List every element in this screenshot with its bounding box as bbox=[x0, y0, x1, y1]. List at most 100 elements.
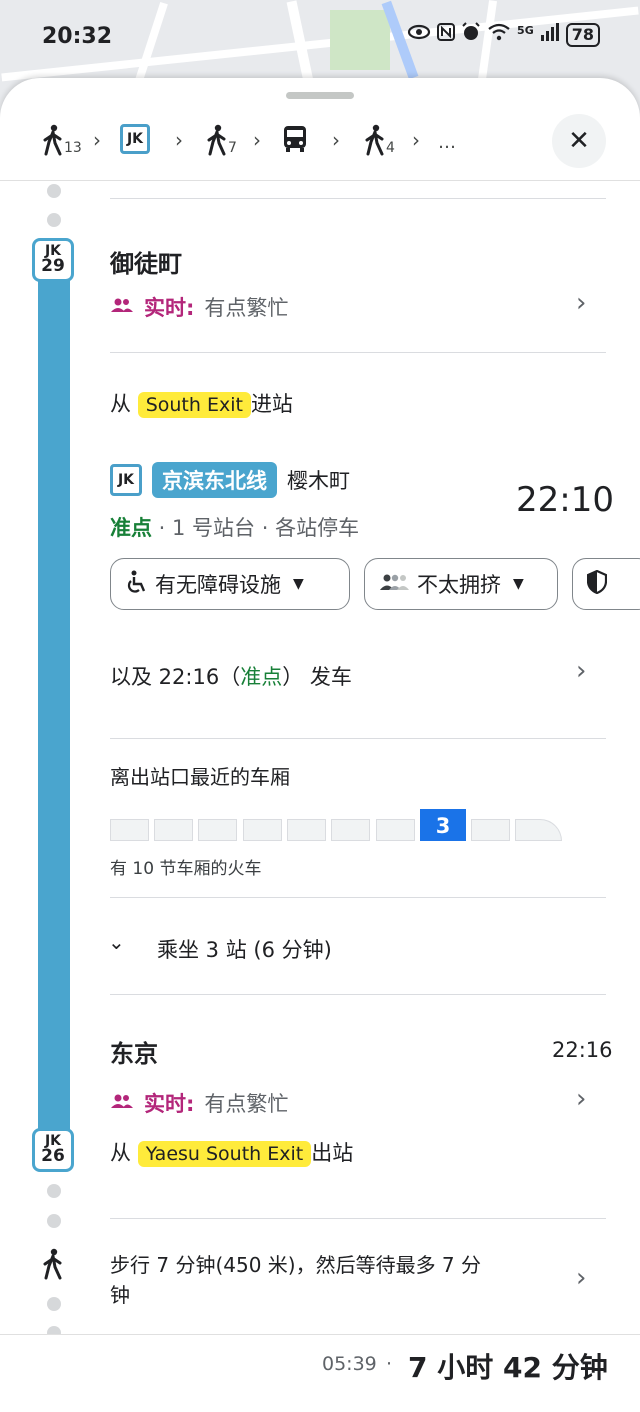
people-icon bbox=[110, 1093, 134, 1113]
crowd-label: 不太拥挤 bbox=[417, 573, 501, 597]
shield-icon bbox=[586, 569, 608, 599]
origin-station-badge: JK 29 bbox=[32, 238, 74, 282]
exit-suffix: 出站 bbox=[311, 1141, 354, 1165]
next-departure-prefix: 以及 22:16（ bbox=[110, 665, 241, 689]
chevron-right-icon[interactable]: › bbox=[576, 656, 586, 686]
next-departure-row[interactable]: 以及 22:16（准点） 发车 bbox=[110, 661, 352, 691]
selected-train-car: 3 bbox=[420, 809, 466, 841]
chevron-right-icon[interactable]: › bbox=[576, 1263, 586, 1293]
battery-indicator: 78 bbox=[565, 22, 600, 47]
chevron-right-icon[interactable]: › bbox=[576, 1084, 586, 1114]
network-type-label: 5G bbox=[517, 24, 534, 37]
chevron-right-icon[interactable]: › bbox=[576, 288, 586, 318]
more-steps[interactable]: … bbox=[438, 132, 456, 153]
realtime-value: 有点繁忙 bbox=[204, 296, 289, 320]
wifi-icon bbox=[487, 23, 511, 46]
step-walk-3[interactable]: 4 bbox=[364, 124, 395, 156]
train-car bbox=[287, 819, 326, 841]
directions-sheet: 13 › JK › 7 › › 4 › … ✕ bbox=[0, 78, 640, 1411]
walk-instruction[interactable]: 步行 7 分钟(450 米)，然后等待最多 7 分 钟 bbox=[110, 1250, 481, 1310]
crowd-chip[interactable]: 不太拥挤 ▼ bbox=[364, 558, 558, 610]
divider bbox=[110, 1218, 606, 1219]
origin-station-name[interactable]: 御徒町 bbox=[110, 244, 182, 279]
line-name-chip: 京滨东北线 bbox=[152, 462, 277, 498]
jk-line-badge: JK bbox=[120, 124, 150, 154]
step-walk-2-minutes: 7 bbox=[228, 140, 237, 156]
divider bbox=[110, 738, 606, 739]
next-on-time-status: 准点 bbox=[240, 665, 283, 689]
walk-dot bbox=[47, 213, 61, 227]
status-icons: 5G 78 bbox=[407, 22, 600, 47]
train-destination: 樱木町 bbox=[287, 469, 350, 493]
entrance-row: 从 South Exit 进站 bbox=[110, 388, 293, 418]
train-car bbox=[376, 819, 415, 841]
train-car bbox=[198, 819, 237, 841]
exit-prefix: 从 bbox=[110, 1141, 131, 1165]
train-car bbox=[154, 819, 193, 841]
chevron-right-icon: › bbox=[93, 128, 101, 152]
ride-summary[interactable]: 乘坐 3 站 (6 分钟) bbox=[157, 934, 332, 964]
walk-icon bbox=[206, 124, 228, 156]
train-details: · 1 号站台 · 各站停车 bbox=[152, 516, 360, 540]
safety-chip[interactable] bbox=[572, 558, 640, 610]
jk-line-badge: JK bbox=[110, 464, 142, 496]
step-walk-3-minutes: 4 bbox=[386, 140, 395, 156]
step-bus[interactable] bbox=[282, 124, 308, 154]
dropdown-arrow-icon: ▼ bbox=[293, 576, 304, 592]
realtime-label: 实时: bbox=[144, 296, 195, 320]
departure-time: 22:10 bbox=[516, 480, 614, 520]
bus-icon bbox=[282, 124, 308, 154]
walk-icon bbox=[42, 1248, 64, 1284]
train-status-row: 准点 · 1 号站台 · 各站停车 bbox=[110, 512, 359, 542]
divider bbox=[110, 198, 606, 199]
divider bbox=[110, 897, 606, 898]
accessibility-label: 有无障碍设施 bbox=[155, 573, 281, 597]
eye-icon bbox=[407, 23, 431, 46]
status-bar: 20:32 5G 78 bbox=[0, 0, 640, 74]
train-car bbox=[331, 819, 370, 841]
exit-row: 从 Yaesu South Exit 出站 bbox=[110, 1137, 353, 1167]
chevron-right-icon: › bbox=[175, 128, 183, 152]
train-car bbox=[243, 819, 282, 841]
divider bbox=[110, 994, 606, 995]
destination-station-name[interactable]: 东京 bbox=[110, 1034, 158, 1069]
train-line-row[interactable]: JK 京滨东北线 樱木町 bbox=[110, 462, 350, 498]
chevron-down-icon[interactable]: ⌄ bbox=[108, 930, 125, 954]
dropdown-arrow-icon: ▼ bbox=[513, 576, 524, 592]
on-time-status: 准点 bbox=[110, 516, 152, 540]
walk-icon bbox=[42, 124, 64, 156]
nfc-icon bbox=[437, 23, 456, 46]
walk-icon bbox=[364, 124, 386, 156]
entrance-suffix: 进站 bbox=[250, 392, 293, 416]
bottom-summary-bar: 05:39 · 7 小时 42 分钟 bbox=[0, 1334, 640, 1412]
step-walk-2[interactable]: 7 bbox=[206, 124, 237, 156]
destination-realtime-row[interactable]: 实时: 有点繁忙 bbox=[110, 1088, 288, 1118]
realtime-label: 实时: bbox=[144, 1092, 195, 1116]
accessibility-chip[interactable]: 有无障碍设施 ▼ bbox=[110, 558, 350, 610]
exit-name: Yaesu South Exit bbox=[137, 1141, 312, 1167]
step-walk-1[interactable]: 13 bbox=[42, 124, 82, 156]
next-departure-suffix: ） 发车 bbox=[282, 665, 352, 689]
entrance-prefix: 从 bbox=[110, 392, 131, 416]
walk-dot bbox=[47, 1214, 61, 1228]
entrance-exit-name: South Exit bbox=[137, 392, 251, 418]
destination-station-badge: JK 26 bbox=[32, 1128, 74, 1172]
drag-handle[interactable] bbox=[286, 92, 354, 99]
chevron-right-icon: › bbox=[332, 128, 340, 152]
chevron-right-icon: › bbox=[412, 128, 420, 152]
arrival-clock: 05:39 bbox=[322, 1353, 377, 1375]
arrival-time: 22:16 bbox=[552, 1038, 613, 1062]
alarm-icon bbox=[461, 22, 481, 47]
status-time: 20:32 bbox=[42, 24, 113, 49]
step-train[interactable]: JK bbox=[120, 124, 150, 154]
route-steps-bar: 13 › JK › 7 › › 4 › … ✕ bbox=[0, 114, 640, 180]
signal-icon bbox=[540, 22, 560, 47]
walk-line-1: 步行 7 分钟(450 米)，然后等待最多 7 分 bbox=[110, 1253, 482, 1277]
close-button[interactable]: ✕ bbox=[552, 114, 606, 168]
nearest-car-title: 离出站口最近的车厢 bbox=[110, 765, 290, 789]
origin-realtime-row[interactable]: 实时: 有点繁忙 bbox=[110, 292, 288, 322]
walk-line-2: 钟 bbox=[110, 1283, 130, 1307]
walk-dot bbox=[47, 184, 61, 198]
chevron-right-icon: › bbox=[253, 128, 261, 152]
step-walk-1-minutes: 13 bbox=[64, 140, 82, 156]
